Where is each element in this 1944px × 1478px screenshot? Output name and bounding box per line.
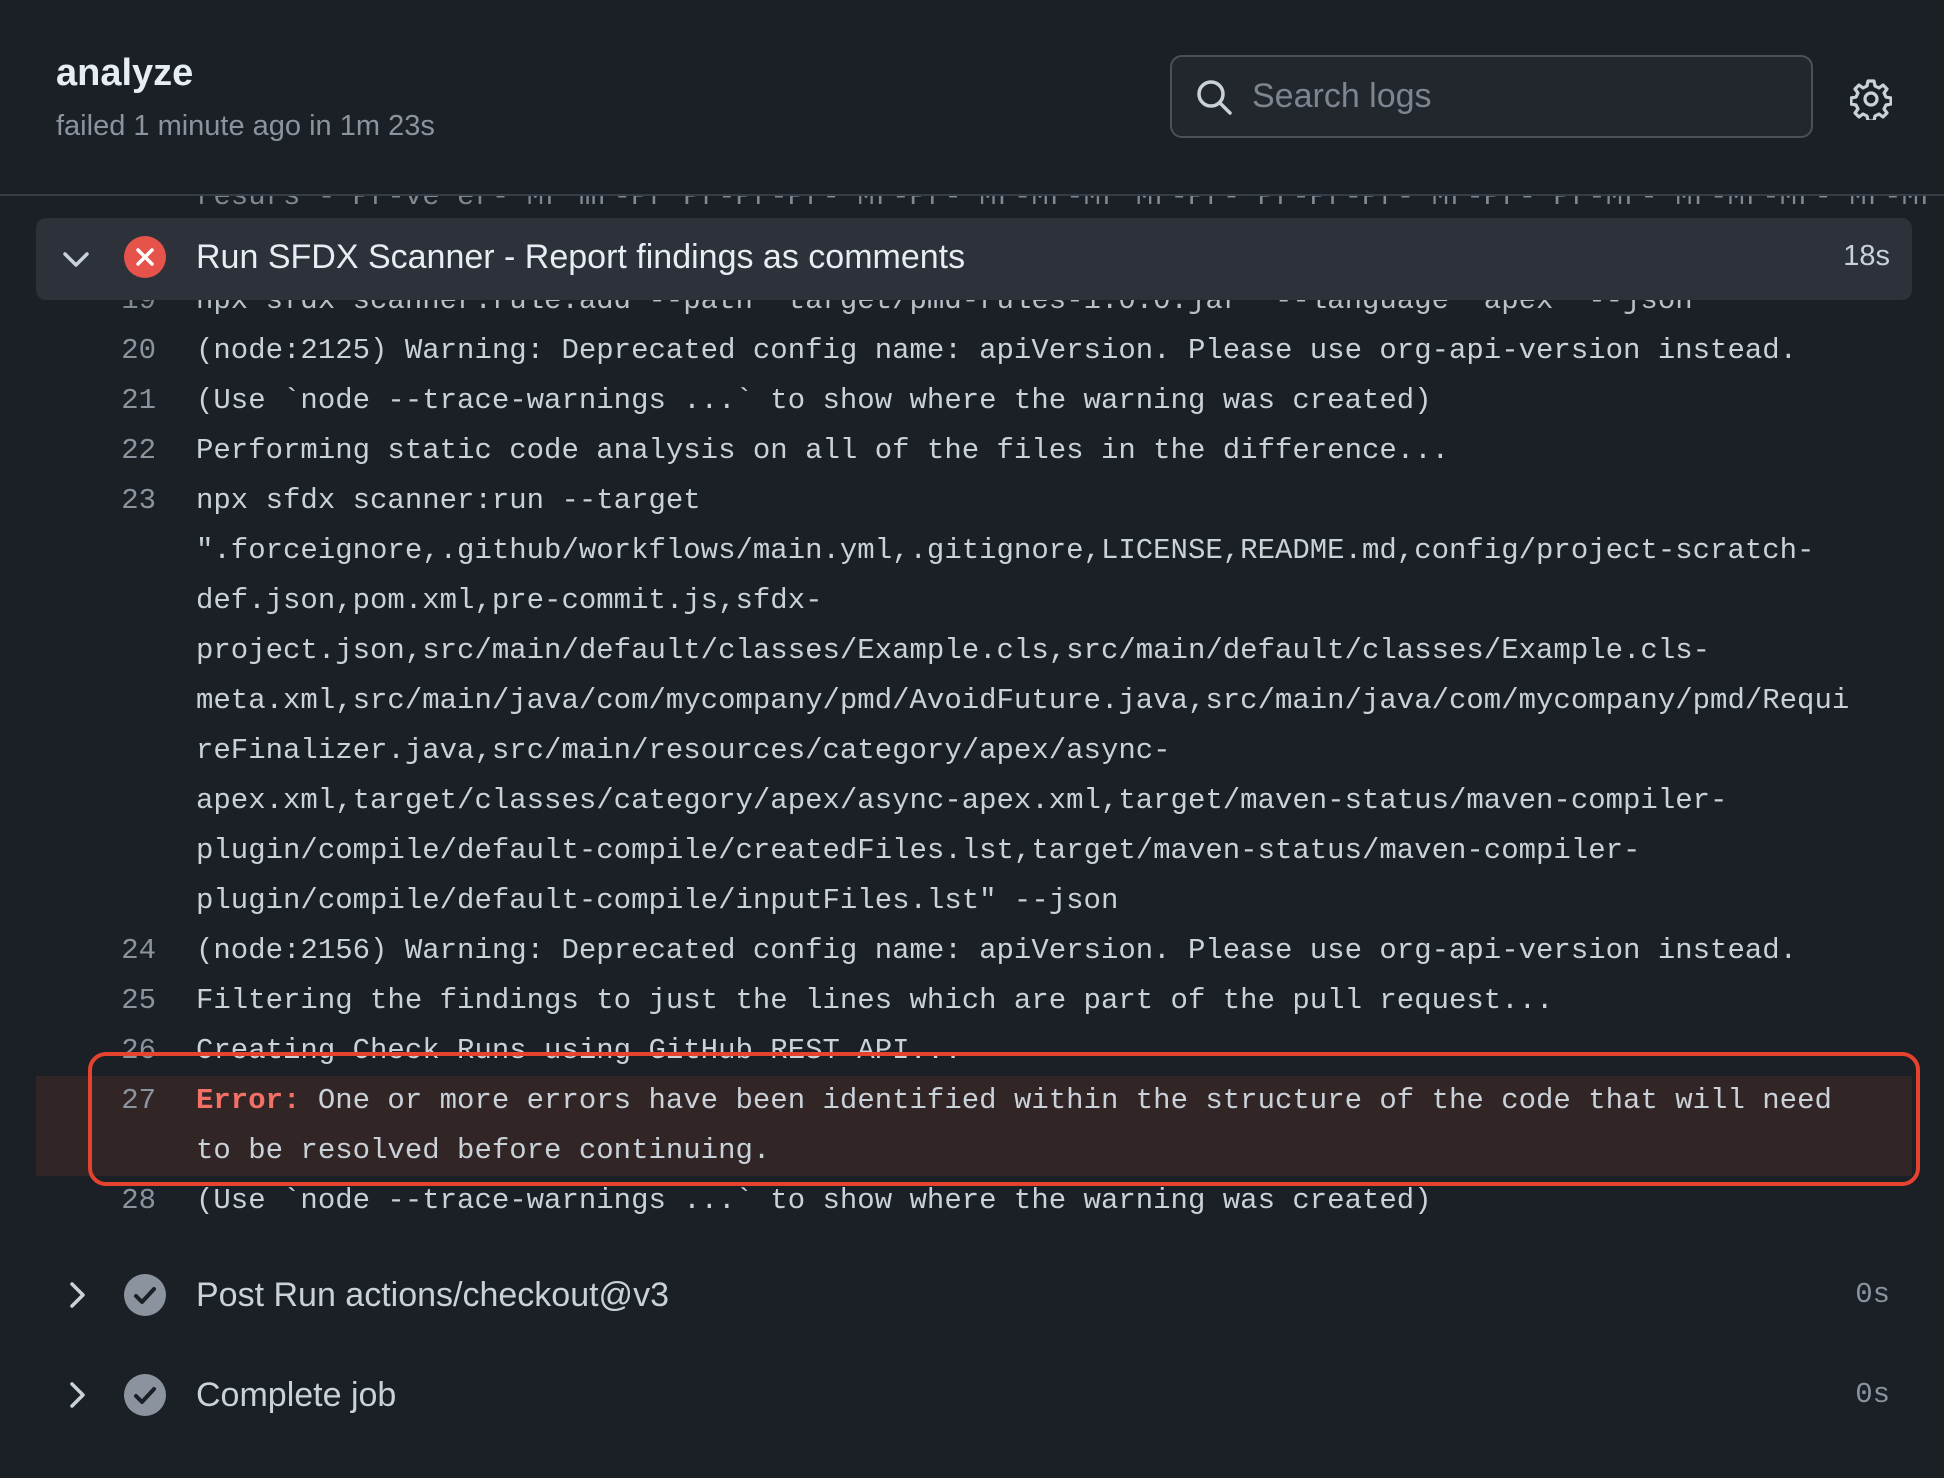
log-line[interactable]: 28 (Use `node --trace-warnings ...` to s… xyxy=(36,1176,1912,1226)
step-header-run-sfdx-scanner[interactable]: Run SFDX Scanner - Report findings as co… xyxy=(36,218,1912,300)
job-header: analyze failed 1 minute ago in 1m 23s xyxy=(0,0,1944,196)
line-number[interactable]: 20 xyxy=(36,326,196,376)
line-text: Filtering the findings to just the lines… xyxy=(196,984,1554,1017)
success-status-icon xyxy=(124,1374,166,1416)
line-text: (node:2156) Warning: Deprecated config n… xyxy=(196,934,1798,967)
line-text: (node:2125) Warning: Deprecated config n… xyxy=(196,334,1798,367)
search-icon xyxy=(1197,80,1232,115)
line-number[interactable]: 22 xyxy=(36,426,196,476)
line-text: Performing static code analysis on all o… xyxy=(196,434,1450,467)
line-number[interactable]: 27 xyxy=(36,1076,196,1176)
job-title: analyze xyxy=(56,52,194,94)
line-text: Error: One or more errors have been iden… xyxy=(196,1076,1912,1176)
job-status-meta: failed 1 minute ago in 1m 23s xyxy=(56,110,435,142)
step-row-post-run-checkout[interactable]: Post Run actions/checkout@v3 0s xyxy=(36,1260,1912,1330)
failed-status-icon xyxy=(124,236,166,278)
line-number[interactable]: 23 xyxy=(36,476,196,926)
step-name: Post Run actions/checkout@v3 xyxy=(196,1276,669,1314)
log-line[interactable]: 21 (Use `node --trace-warnings ...` to s… xyxy=(36,376,1912,426)
gear-icon[interactable] xyxy=(1850,78,1892,120)
success-status-icon xyxy=(124,1274,166,1316)
chevron-right-icon xyxy=(70,1382,85,1408)
log-line[interactable]: 25 Filtering the findings to just the li… xyxy=(36,976,1912,1026)
error-label: Error: xyxy=(196,1084,301,1117)
step-name: Run SFDX Scanner - Report findings as co… xyxy=(196,238,966,276)
line-text: Creating Check Runs using GitHub REST AP… xyxy=(196,1034,962,1067)
line-text: npx sfdx scanner:run --target ".forceign… xyxy=(196,484,1850,917)
search-logs-box[interactable] xyxy=(1170,55,1813,138)
step-name: Complete job xyxy=(196,1376,397,1414)
line-text: (Use `node --trace-warnings ...` to show… xyxy=(196,384,1432,417)
step-duration: 0s xyxy=(1855,1278,1890,1311)
line-number[interactable]: 28 xyxy=(36,1176,196,1226)
log-lines: 20 (node:2125) Warning: Deprecated confi… xyxy=(36,326,1912,1226)
log-line[interactable]: 26 Creating Check Runs using GitHub REST… xyxy=(36,1026,1912,1076)
log-line[interactable]: 23 npx sfdx scanner:run --target ".force… xyxy=(36,476,1912,926)
line-number[interactable]: 21 xyxy=(36,376,196,426)
chevron-right-icon xyxy=(70,1282,85,1308)
step-duration: 18s xyxy=(1843,240,1890,272)
error-message: One or more errors have been identified … xyxy=(196,1084,1832,1167)
line-text: (Use `node --trace-warnings ...` to show… xyxy=(196,1184,1432,1217)
step-duration: 0s xyxy=(1855,1378,1890,1411)
error-log-line[interactable]: 27 Error: One or more errors have been i… xyxy=(36,1076,1912,1176)
log-area: resurs - Pr-ve er- Mr mr-Pr Pr-Pr-Pr- Mr… xyxy=(0,196,1944,1478)
line-number[interactable]: 24 xyxy=(36,926,196,976)
log-line[interactable]: 24 (node:2156) Warning: Deprecated confi… xyxy=(36,926,1912,976)
chevron-down-icon xyxy=(63,252,89,267)
line-number[interactable]: 26 xyxy=(36,1026,196,1076)
line-number[interactable]: 25 xyxy=(36,976,196,1026)
step-row-complete-job[interactable]: Complete job 0s xyxy=(36,1360,1912,1430)
search-logs-input[interactable] xyxy=(1252,57,1792,136)
clipped-log-line: resurs - Pr-ve er- Mr mr-Pr Pr-Pr-Pr- Mr… xyxy=(196,196,1937,213)
log-line[interactable]: 20 (node:2125) Warning: Deprecated confi… xyxy=(36,326,1912,376)
log-line[interactable]: 22 Performing static code analysis on al… xyxy=(36,426,1912,476)
